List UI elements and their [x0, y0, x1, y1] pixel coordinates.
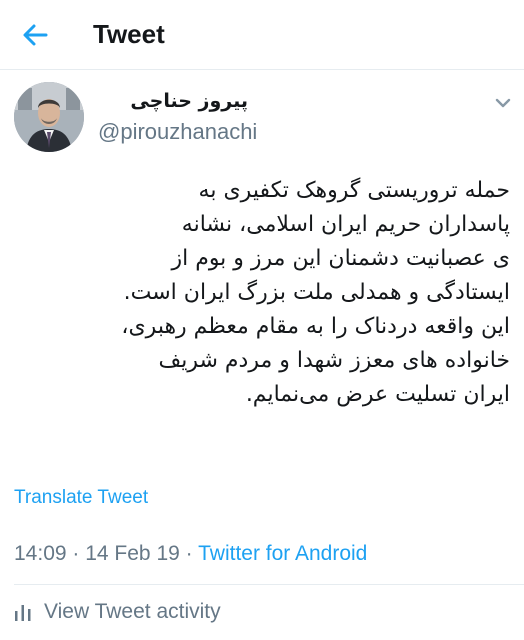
- author-handle[interactable]: @pirouzhanachi: [98, 118, 257, 146]
- view-tweet-activity-label: View Tweet activity: [44, 600, 221, 623]
- meta-separator: ·: [179, 542, 199, 565]
- tweet-line: خانواده های معزز شهدا و مردم شریف: [158, 348, 510, 373]
- avatar[interactable]: [14, 82, 84, 152]
- back-button[interactable]: [18, 18, 52, 52]
- translate-tweet-link[interactable]: Translate Tweet: [14, 486, 148, 510]
- profile-photo-icon: [14, 82, 84, 152]
- tweet-line: ی عصبانیت دشمنان این مرز و بوم از: [171, 246, 510, 271]
- tweet-time: 14:09: [14, 542, 67, 565]
- tweet-line: ایران تسلیت عرض می‌نمایم.: [245, 382, 510, 407]
- tweet-metadata: 14:09 · 14 Feb 19 · Twitter for Android: [14, 540, 367, 568]
- tweet-line: ایستادگی و همدلی ملت بزرگ ایران است.: [123, 280, 510, 305]
- tweet-text: حمله تروریستی گروهک تکفیری به پاسداران ح…: [14, 174, 510, 412]
- tweet-date: 14 Feb 19: [85, 542, 180, 565]
- tweet-menu-button[interactable]: [493, 96, 513, 110]
- tweet-line: این واقعه دردناک را به مقام معظم رهبری،: [121, 314, 510, 339]
- tweet-source-link[interactable]: Twitter for Android: [198, 542, 367, 565]
- tweet-line: پاسداران حریم ایران اسلامی، نشانه: [181, 212, 510, 237]
- arrow-left-icon: [23, 24, 48, 46]
- top-bar: Tweet: [0, 0, 524, 70]
- page-title: Tweet: [93, 19, 165, 49]
- divider: [14, 584, 524, 585]
- bar-chart-icon: [15, 605, 31, 621]
- tweet-line: حمله تروریستی گروهک تکفیری به: [198, 178, 510, 203]
- author-name[interactable]: پیروز حناچی: [98, 88, 248, 114]
- chevron-down-icon: [495, 98, 511, 108]
- meta-separator: ·: [66, 542, 86, 565]
